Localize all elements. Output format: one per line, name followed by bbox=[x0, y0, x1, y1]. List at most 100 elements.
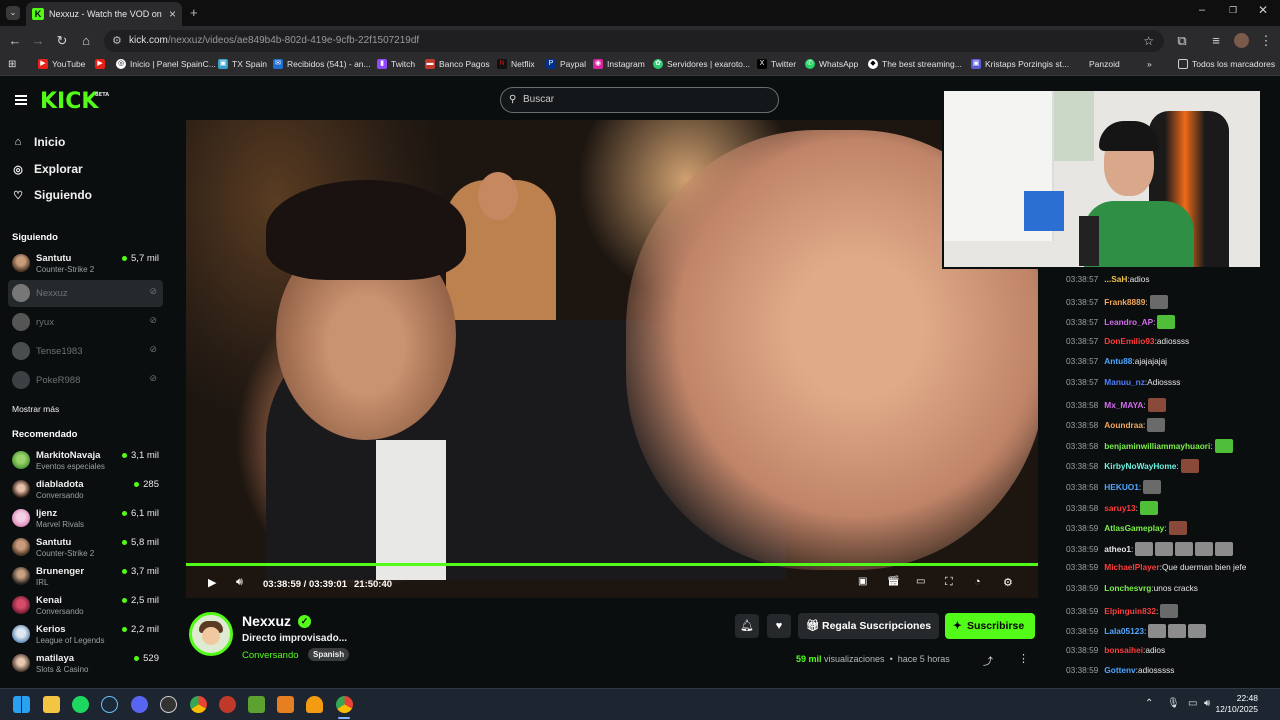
chat-username[interactable]: HEKUO1 bbox=[1104, 482, 1139, 492]
chat-message[interactable]: 03:38:57 Manuu_nz: Adiossss bbox=[1066, 377, 1180, 387]
fullscreen-icon[interactable]: ⛶ bbox=[945, 576, 953, 589]
miniplayer-icon[interactable]: ▣ bbox=[858, 576, 867, 587]
tab-search-button[interactable]: ⌄ bbox=[6, 6, 20, 20]
chat-username[interactable]: Mx_MAYA bbox=[1104, 400, 1143, 410]
sidebar-channel-diabladota[interactable]: diabladota Conversando 285 bbox=[8, 476, 163, 503]
chat-username[interactable]: Lonchesvrg bbox=[1104, 583, 1151, 593]
sidebar-channel-markitonavaja[interactable]: MarkitoNavaja Eventos especiales 3,1 mil bbox=[8, 447, 163, 474]
more-options-icon[interactable]: ⋮ bbox=[1018, 652, 1029, 665]
bookmark-panzoid[interactable]: Panzoid bbox=[1075, 59, 1120, 69]
bookmark-netflix[interactable]: N Netflix bbox=[497, 59, 535, 69]
microphone-icon[interactable]: 🎙︎ bbox=[1167, 698, 1180, 709]
chrome-active-icon[interactable] bbox=[336, 696, 353, 713]
bookmark-tx-spain[interactable]: ▣ TX Spain bbox=[218, 59, 267, 69]
search-input[interactable]: ⚲ Buscar bbox=[500, 87, 779, 113]
volume-icon[interactable]: 🔊︎ bbox=[236, 576, 243, 589]
bookmark-star-icon[interactable]: ☆ bbox=[1143, 30, 1154, 52]
chat-username[interactable]: benjaminwilliammayhuaori bbox=[1104, 441, 1210, 451]
chat-username[interactable]: Gottenv bbox=[1104, 665, 1135, 675]
minimize-window-button[interactable]: – bbox=[1199, 4, 1205, 16]
bookmark-panel-spain[interactable]: ◎ Inicio | Panel SpainC... bbox=[116, 59, 216, 69]
bookmark-recibidos[interactable]: ✉ Recibidos (541) - an... bbox=[273, 59, 371, 69]
bookmarks-overflow-icon[interactable]: » bbox=[1147, 59, 1152, 69]
chat-username[interactable]: Leandro_AP bbox=[1104, 317, 1153, 327]
chat-username[interactable]: KirbyNoWayHome bbox=[1104, 461, 1176, 471]
video-player[interactable]: ▶ 🔊︎ 03:38:59 / 03:39:01 21:50:40 ▣ 🎬︎ ▭… bbox=[186, 120, 1038, 598]
chat-message[interactable]: 03:38:59 AtlasGameplay: bbox=[1066, 521, 1187, 536]
app-cloud-icon[interactable] bbox=[306, 696, 323, 713]
bookmark-twitch[interactable]: ▮ Twitch bbox=[377, 59, 415, 69]
windows-start-icon[interactable] bbox=[13, 696, 30, 713]
chat-message[interactable]: 03:38:59 Elpinguin832: bbox=[1066, 603, 1179, 618]
chat-message[interactable]: 03:38:58 HEKUO1: bbox=[1066, 480, 1162, 494]
maximize-window-button[interactable]: ❐ bbox=[1229, 5, 1237, 16]
taskbar-clock[interactable]: 22:48 12/10/2025 bbox=[1215, 693, 1258, 715]
home-page-icon[interactable]: ⌂ bbox=[78, 33, 94, 49]
profile-avatar[interactable] bbox=[1234, 33, 1249, 48]
chat-username[interactable]: Aoundraa bbox=[1104, 420, 1143, 430]
video-progress-bar[interactable] bbox=[186, 563, 1038, 566]
chat-username[interactable]: Manuu_nz bbox=[1104, 377, 1145, 387]
sidebar-channel-kerios[interactable]: Kerios League of Legends 2,2 mil bbox=[8, 621, 163, 648]
chat-message[interactable]: 03:38:58 Mx_MAYA: bbox=[1066, 397, 1166, 412]
chat-message[interactable]: 03:38:59 Lala05123: bbox=[1066, 624, 1207, 639]
theater-mode-icon[interactable]: ▭ bbox=[916, 576, 925, 587]
chat-username[interactable]: AtlasGameplay bbox=[1104, 523, 1164, 533]
chat-username[interactable]: Antu88 bbox=[1104, 356, 1132, 366]
chat-message[interactable]: 03:38:58 saruy13: bbox=[1066, 500, 1158, 515]
tray-overflow-icon[interactable]: ⌃ bbox=[1145, 698, 1153, 709]
clip-icon[interactable]: 🎬︎ bbox=[887, 576, 900, 587]
chat-message[interactable]: 03:38:59 MichaelPlayer: Que duerman bien … bbox=[1066, 562, 1246, 572]
sidebar-channel-kenai[interactable]: Kenai Conversando 2,5 mil bbox=[8, 592, 163, 619]
steam-icon[interactable] bbox=[101, 696, 118, 713]
chat-username[interactable]: Frank8889 bbox=[1104, 297, 1145, 307]
sidebar-nav-inicio[interactable]: ⌂ Inicio bbox=[12, 135, 66, 149]
bookmark-kristaps[interactable]: ▣ Kristaps Porzingis st... bbox=[971, 59, 1069, 69]
chat-username[interactable]: bonsaihei bbox=[1104, 645, 1143, 655]
chat-username[interactable]: MichaelPlayer bbox=[1104, 562, 1159, 572]
minecraft-icon[interactable] bbox=[248, 696, 265, 713]
chat-username[interactable]: atheo1 bbox=[1104, 544, 1131, 554]
streamer-name[interactable]: Nexxuz bbox=[242, 613, 291, 629]
network-icon[interactable]: ▭ bbox=[1188, 698, 1197, 709]
discord-icon[interactable] bbox=[131, 696, 148, 713]
sidebar-channel-tense1983[interactable]: Tense1983 ⊘ bbox=[8, 338, 163, 365]
obs-icon[interactable] bbox=[160, 696, 177, 713]
sidebar-channel-ryux[interactable]: ryux ⊘ bbox=[8, 309, 163, 336]
chat-message[interactable]: 03:38:58 benjaminwilliammayhuaori: bbox=[1066, 438, 1233, 453]
show-more-link[interactable]: Mostrar más bbox=[12, 404, 59, 414]
chat-message[interactable]: 03:38:57 Antu88: ajajajajaj bbox=[1066, 356, 1167, 366]
volume-tray-icon[interactable]: 🔊︎ bbox=[1204, 698, 1210, 709]
file-explorer-icon[interactable] bbox=[43, 696, 60, 713]
chat-username[interactable]: ...SaH bbox=[1104, 274, 1127, 284]
sidebar-channel-santutu-rec[interactable]: Santutu Counter-Strike 2 5,8 mil bbox=[8, 534, 163, 561]
bookmark-whatsapp[interactable]: ✆ WhatsApp bbox=[805, 59, 858, 69]
bookmark-banco-pagos[interactable]: ▬ Banco Pagos bbox=[425, 59, 490, 69]
menu-hamburger-icon[interactable] bbox=[15, 95, 27, 105]
chat-message[interactable]: 03:38:59 Lonchesvrg: unos cracks bbox=[1066, 583, 1198, 593]
chat-username[interactable]: Elpinguin832 bbox=[1104, 606, 1156, 616]
bookmark-paypal[interactable]: P Paypal bbox=[546, 59, 586, 69]
browser-tab-active[interactable]: K Nexxuz - Watch the VOD on Kick × bbox=[26, 2, 182, 26]
reading-list-icon[interactable]: ≡ bbox=[1208, 33, 1224, 49]
chat-message[interactable]: 03:38:57 ...SaH: adios bbox=[1066, 274, 1150, 284]
chat-message[interactable]: 03:38:58 Aoundraa: bbox=[1066, 418, 1166, 433]
chat-message[interactable]: 03:38:57 Leandro_AP: bbox=[1066, 315, 1176, 330]
gift-subs-button[interactable]: 🎁︎ Regala Suscripciones bbox=[798, 613, 939, 639]
sidebar-nav-explorar[interactable]: ◎ Explorar bbox=[12, 162, 83, 176]
sidebar-channel-nexxuz[interactable]: Nexxuz ⊘ bbox=[8, 280, 163, 307]
bookmark-instagram[interactable]: ◉ Instagram bbox=[593, 59, 645, 69]
bookmark-servidores[interactable]: ✿ Servidores | exaroto... bbox=[653, 59, 750, 69]
bookmark-youtube[interactable]: ▶ YouTube bbox=[38, 59, 85, 69]
sidebar-channel-brunenger[interactable]: Brunenger IRL 3,7 mil bbox=[8, 563, 163, 590]
forward-icon[interactable]: → bbox=[30, 33, 46, 49]
share-icon[interactable]: ⤴ bbox=[983, 653, 993, 668]
chat-message[interactable]: 03:38:59 Gottenv: adiosssss bbox=[1066, 665, 1174, 675]
follow-heart-button[interactable]: ♥ bbox=[767, 614, 791, 638]
sidebar-channel-ljenz[interactable]: ljenz Marvel Rivals 6,1 mil bbox=[8, 505, 163, 532]
chat-username[interactable]: saruy13 bbox=[1104, 503, 1135, 513]
chat-message[interactable]: 03:38:57 Frank8889: bbox=[1066, 294, 1168, 309]
app-red-icon[interactable] bbox=[219, 696, 236, 713]
bookmark-youtube-2[interactable]: ▶ bbox=[95, 59, 109, 69]
back-icon[interactable]: ← bbox=[7, 33, 23, 49]
